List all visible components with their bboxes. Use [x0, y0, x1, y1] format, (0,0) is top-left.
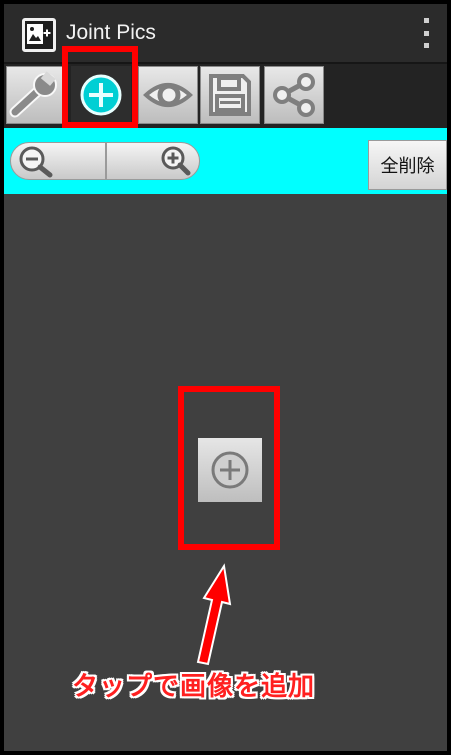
share-icon [273, 73, 315, 117]
floppy-disk-icon [209, 74, 251, 116]
save-button[interactable] [200, 66, 260, 124]
overflow-menu-icon[interactable] [421, 18, 431, 48]
preview-button[interactable] [138, 66, 198, 124]
action-bar: Joint Pics [4, 4, 447, 64]
app-title: Joint Pics [66, 21, 156, 44]
zoom-bar: 全削除 [4, 128, 447, 194]
add-image-button[interactable] [198, 438, 262, 502]
app-logo-icon [22, 18, 56, 52]
zoom-out-icon [19, 146, 53, 178]
add-image-tool-button[interactable] [71, 66, 131, 124]
clear-all-button[interactable]: 全削除 [368, 140, 447, 190]
eye-icon [143, 83, 193, 107]
zoom-control [10, 142, 200, 180]
share-button[interactable] [264, 66, 324, 124]
wrench-icon [9, 71, 57, 118]
zoom-out-button[interactable] [11, 143, 106, 179]
toolbar [4, 64, 447, 128]
zoom-in-icon [161, 146, 191, 176]
app-screen: Joint Pics 全削除 [4, 4, 447, 751]
zoom-in-button[interactable] [104, 143, 199, 179]
settings-button[interactable] [6, 66, 66, 124]
annotation-text: タップで画像を追加 [72, 672, 316, 702]
plus-circle-icon [211, 451, 249, 489]
plus-circle-icon [80, 74, 122, 116]
